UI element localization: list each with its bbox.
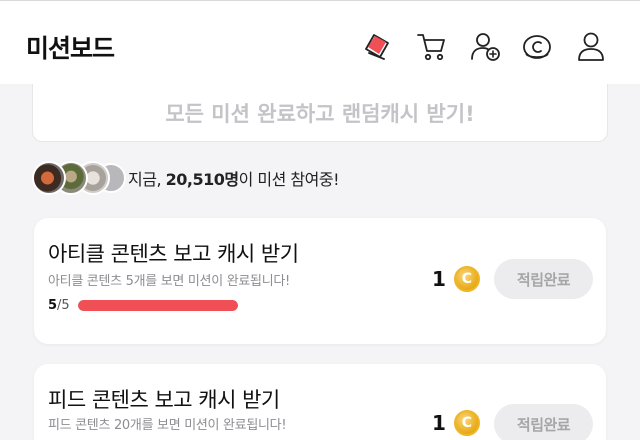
mission-card[interactable]: 피드 콘텐츠 보고 캐시 받기 피드 콘텐츠 20개를 보면 미션이 완료됩니다… bbox=[34, 364, 606, 440]
cash-icon[interactable] bbox=[520, 29, 554, 63]
mission-description: 피드 콘텐츠 20개를 보면 미션이 완료됩니다! bbox=[48, 418, 287, 433]
reward-amount: 1 bbox=[432, 411, 446, 435]
profile-icon[interactable] bbox=[574, 29, 608, 63]
progress-current: 5 bbox=[48, 298, 58, 313]
card-icon[interactable] bbox=[360, 29, 394, 63]
top-bar: 미션보드 bbox=[0, 0, 640, 84]
claim-status-button[interactable]: 적립완료 bbox=[494, 404, 593, 440]
coin-icon: C bbox=[453, 266, 480, 292]
mission-title: 아티클 콘텐츠 보고 캐시 받기 bbox=[48, 242, 299, 266]
mission-card[interactable]: 아티클 콘텐츠 보고 캐시 받기 아티클 콘텐츠 5개를 보면 미션이 완료됩니… bbox=[34, 218, 606, 344]
participants-row: 지금, 20,510명이 미션 참여중! bbox=[32, 161, 340, 195]
claim-status-button[interactable]: 적립완료 bbox=[494, 259, 593, 299]
mission-description: 아티클 콘텐츠 5개를 보면 미션이 완료됩니다! bbox=[48, 274, 290, 289]
mission-title: 피드 콘텐츠 보고 캐시 받기 bbox=[48, 388, 280, 412]
reward-amount: 1 bbox=[432, 267, 446, 291]
progress-fill bbox=[77, 300, 238, 311]
all-missions-banner[interactable]: 모든 미션 완료하고 랜덤캐시 받기! bbox=[32, 84, 608, 142]
participants-count: 20,510명 bbox=[165, 170, 239, 189]
avatar-stack bbox=[32, 161, 126, 195]
participants-text: 지금, 20,510명이 미션 참여중! bbox=[128, 166, 340, 190]
progress-bar bbox=[77, 300, 238, 311]
progress-label: 5/5 bbox=[48, 298, 70, 313]
mission-progress: 5/5 bbox=[48, 298, 238, 313]
mission-reward: 1 C bbox=[432, 266, 480, 292]
progress-total: /5 bbox=[57, 298, 70, 313]
coin-icon: C bbox=[453, 410, 480, 436]
participants-suffix: 이 미션 참여중! bbox=[238, 170, 340, 189]
page-title: 미션보드 bbox=[26, 34, 115, 63]
banner-text: 모든 미션 완료하고 랜덤캐시 받기! bbox=[165, 101, 475, 126]
mission-reward: 1 C bbox=[432, 410, 480, 436]
avatar bbox=[32, 161, 66, 195]
cart-icon[interactable] bbox=[414, 29, 448, 63]
participants-prefix: 지금, bbox=[128, 170, 166, 189]
add-friend-icon[interactable] bbox=[468, 29, 502, 63]
